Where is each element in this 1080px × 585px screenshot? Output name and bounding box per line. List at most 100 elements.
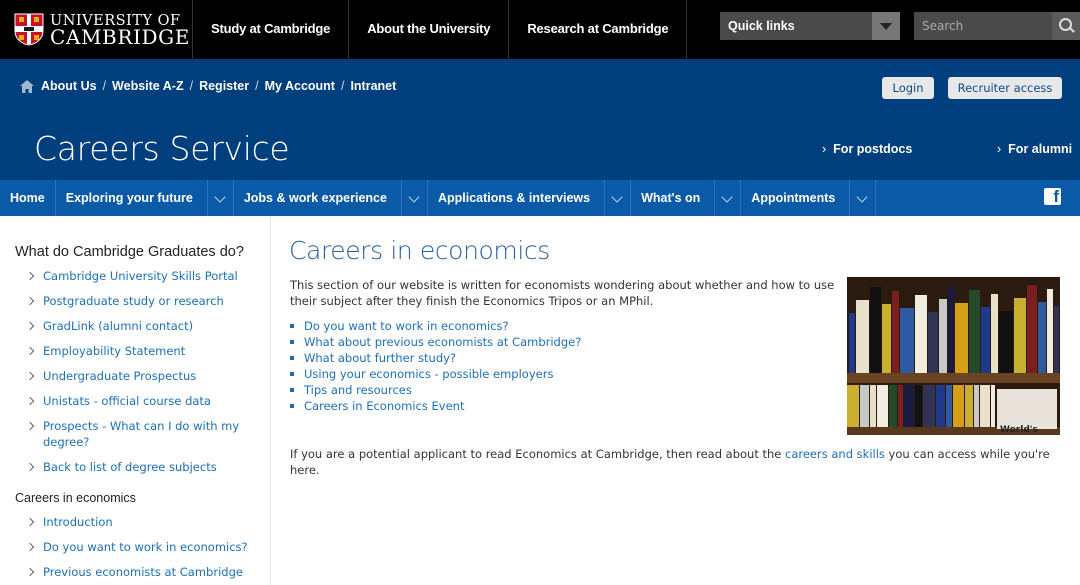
sidebar-item-introduction[interactable]: Introduction — [0, 514, 270, 539]
chevron-down-icon[interactable] — [400, 180, 427, 216]
top-navigation: Study at Cambridge About the University … — [192, 0, 688, 59]
book-spine — [991, 294, 998, 373]
book-spine — [955, 303, 968, 373]
sidebar-list: Cambridge University Skills Portal Postg… — [0, 268, 270, 475]
nav-home[interactable]: Home — [0, 180, 56, 216]
book-spine — [1038, 302, 1046, 373]
chevron-down-icon[interactable] — [206, 180, 233, 216]
link-my-account[interactable]: My Account — [265, 79, 335, 93]
book-spine — [999, 311, 1013, 373]
sidebar-item-postgraduate[interactable]: Postgraduate study or research — [0, 293, 270, 309]
nav-label: Exploring your future — [65, 191, 193, 205]
book-spine — [915, 295, 927, 373]
link-tips-resources[interactable]: Tips and resources — [290, 382, 581, 398]
sidebar-item-skills-portal[interactable]: Cambridge University Skills Portal — [0, 268, 270, 284]
home-icon[interactable] — [20, 79, 34, 93]
chevron-down-icon[interactable] — [872, 12, 900, 40]
nav-whats-on[interactable]: What's on — [631, 180, 742, 216]
separator: / — [340, 79, 345, 93]
book-spine — [936, 385, 945, 427]
search-box — [914, 12, 1080, 40]
book-spine — [928, 312, 938, 373]
link-further-study[interactable]: What about further study? — [290, 350, 581, 366]
sidebar-item-employability[interactable]: Employability Statement — [0, 343, 270, 359]
nav-label: Jobs & work experience — [243, 191, 387, 205]
sidebar-item-prospects[interactable]: Prospects - What can I do with my degree… — [0, 418, 270, 450]
nav-label: Applications & interviews — [437, 191, 591, 205]
book-spine — [939, 299, 947, 373]
nav-applications-interviews[interactable]: Applications & interviews — [428, 180, 632, 216]
topnav-research[interactable]: Research at Cambridge — [508, 0, 688, 59]
link-about-us[interactable]: About Us — [41, 79, 97, 93]
site-header: About Us / Website A-Z / Register / My A… — [0, 59, 1080, 180]
sidebar-title: What do Cambridge Graduates do? — [15, 244, 244, 260]
logo-line-2: CAMBRIDGE — [50, 25, 190, 49]
sidebar-item-back[interactable]: Back to list of degree subjects — [0, 459, 270, 475]
link-previous-economists[interactable]: What about previous economists at Cambri… — [290, 334, 581, 350]
book-spine — [849, 313, 855, 373]
for-postdocs-link[interactable]: › For postdocs — [822, 142, 912, 156]
bookshelf-photo: World's — [847, 277, 1060, 435]
link-work-in-economics[interactable]: Do you want to work in economics? — [290, 318, 581, 334]
for-postdocs-label: For postdocs — [833, 142, 913, 156]
book-spine — [877, 385, 888, 427]
book-spine — [892, 291, 899, 373]
university-logo[interactable]: UNIVERSITY OF CAMBRIDGE — [14, 11, 190, 47]
chevron-down-icon[interactable] — [849, 180, 875, 216]
chevron-down-icon[interactable] — [604, 180, 630, 216]
link-economics-event[interactable]: Careers in Economics Event — [290, 398, 581, 414]
bookshelf-image: World's — [847, 277, 1060, 435]
book-spine — [870, 287, 881, 373]
book-spine — [1054, 306, 1059, 373]
crest-icon — [14, 13, 44, 46]
book-spine — [981, 307, 990, 373]
quick-links-select[interactable]: Quick links — [720, 12, 900, 40]
chevron-right-icon: › — [822, 142, 827, 156]
sidebar-item-work-in-economics[interactable]: Do you want to work in economics? — [0, 539, 270, 564]
topnav-about[interactable]: About the University — [348, 0, 508, 59]
chevron-down-icon[interactable] — [714, 180, 740, 216]
book-spine — [898, 385, 903, 427]
login-button[interactable]: Login — [882, 77, 934, 99]
book-spine — [965, 385, 973, 427]
nav-appointments[interactable]: Appointments — [741, 180, 877, 216]
link-intranet[interactable]: Intranet — [350, 79, 396, 93]
book-title-text: World's — [1000, 425, 1038, 435]
sidebar-subtitle: Careers in economics — [15, 491, 136, 505]
search-icon[interactable] — [1052, 12, 1080, 40]
careers-and-skills-link[interactable]: careers and skills — [785, 447, 885, 461]
book-spine — [974, 385, 979, 427]
link-website-a-z[interactable]: Website A-Z — [112, 79, 184, 93]
sidebar: What do Cambridge Graduates do? Cambridg… — [0, 216, 271, 585]
nav-jobs-work-experience[interactable]: Jobs & work experience — [234, 180, 428, 216]
book-spine — [980, 385, 990, 427]
nav-home-label: Home — [10, 191, 45, 205]
sidebar-item-previous-economists[interactable]: Previous economists at Cambridge — [0, 564, 270, 585]
link-possible-employers[interactable]: Using your economics - possible employer… — [290, 366, 581, 382]
utility-links: About Us / Website A-Z / Register / My A… — [20, 79, 396, 93]
recruiter-access-button[interactable]: Recruiter access — [948, 77, 1062, 99]
book-spine — [847, 385, 859, 427]
for-alumni-label: For alumni — [1008, 142, 1073, 156]
link-register[interactable]: Register — [199, 79, 249, 93]
sidebar-item-prospectus[interactable]: Undergraduate Prospectus — [0, 368, 270, 384]
for-alumni-link[interactable]: › For alumni — [997, 142, 1072, 156]
search-input[interactable] — [914, 12, 1052, 40]
separator: / — [255, 79, 259, 93]
nav-exploring-your-future[interactable]: Exploring your future — [56, 180, 234, 216]
nav-label: What's on — [641, 191, 701, 205]
book-spine — [900, 308, 914, 373]
sidebar-item-unistats[interactable]: Unistats - official course data — [0, 393, 270, 409]
book-spine — [991, 385, 995, 427]
book-spine — [915, 385, 922, 427]
book-spine — [856, 300, 869, 373]
site-title[interactable]: Careers Service — [34, 129, 290, 168]
book-spine — [1027, 285, 1037, 373]
facebook-icon[interactable]: f — [1044, 187, 1061, 206]
book-spine — [882, 304, 891, 373]
topnav-study[interactable]: Study at Cambridge — [192, 0, 348, 59]
sidebar-item-gradlink[interactable]: GradLink (alumni contact) — [0, 318, 270, 334]
book-spine — [904, 385, 914, 427]
outro-text-before: If you are a potential applicant to read… — [290, 447, 786, 461]
book-spine — [946, 385, 952, 427]
